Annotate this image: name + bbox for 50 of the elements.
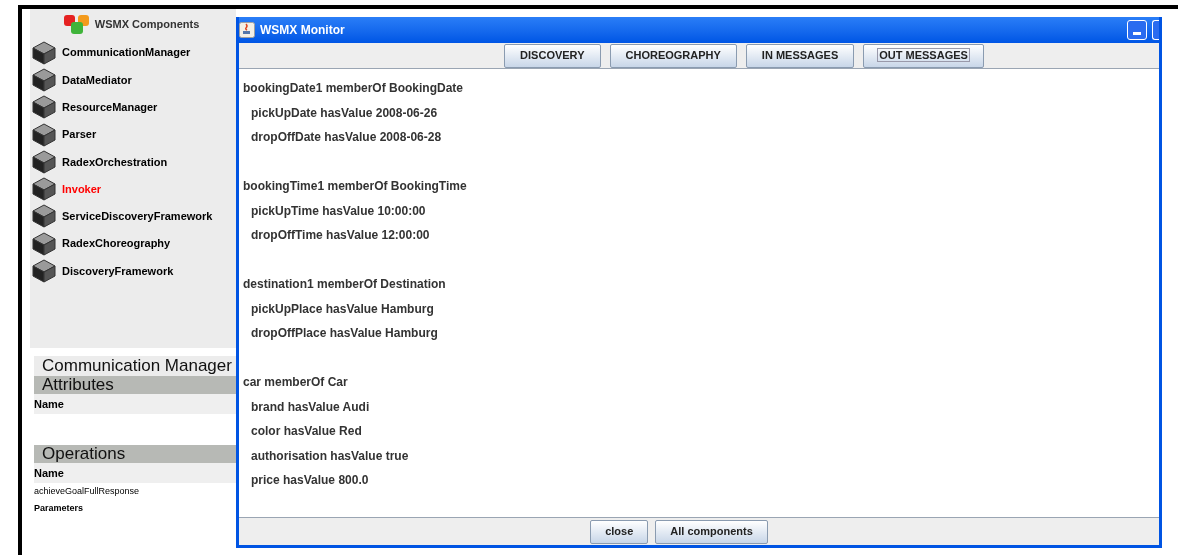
- section-header: Operations: [34, 445, 236, 463]
- component-item[interactable]: CommunicationManager: [62, 44, 191, 61]
- cube-icon: [32, 259, 56, 283]
- component-item[interactable]: DiscoveryFramework: [62, 262, 174, 280]
- column-header: Name: [34, 394, 236, 414]
- component-item[interactable]: Parser: [62, 126, 97, 143]
- message-line: destination1 memberOf Destination: [243, 276, 447, 294]
- message-line: color hasValue Red: [250, 423, 363, 441]
- cube-icon: [32, 122, 56, 147]
- cube-icon: [32, 231, 56, 256]
- message-line: dropOffPlace hasValue Hamburg: [250, 325, 439, 343]
- section-header: Attributes: [34, 376, 236, 394]
- message-line: dropOffTime hasValue 12:00:00: [250, 227, 431, 245]
- message-line: brand hasValue Audi: [250, 398, 371, 416]
- message-line: pickUpPlace hasValue Hamburg: [250, 300, 435, 318]
- operation-text: achieveGoalFullResponse: [34, 485, 141, 498]
- component-item[interactable]: ServiceDiscoveryFramework: [62, 208, 213, 225]
- component-item[interactable]: RadexOrchestration: [62, 153, 168, 171]
- operation-text: Parameters: [34, 502, 85, 515]
- message-line: dropOffDate hasValue 2008-06-28: [250, 129, 443, 147]
- message-line: price hasValue 800.0: [250, 472, 370, 490]
- cube-icon: [32, 67, 56, 92]
- cube-icon: [32, 204, 56, 229]
- component-item[interactable]: ResourceManager: [62, 99, 158, 116]
- toolbar-button[interactable]: IN MESSAGES: [745, 43, 855, 68]
- panel-title: WSMX Components: [94, 16, 200, 32]
- component-item[interactable]: DataMediator: [62, 71, 132, 89]
- message-line: car memberOf Car: [243, 374, 349, 392]
- cube-icon: [32, 40, 56, 65]
- minimize-button[interactable]: [1127, 20, 1147, 40]
- cube-icon: [32, 149, 56, 174]
- message-line: authorisation hasValue true: [250, 447, 410, 465]
- cup-icon: [239, 22, 255, 38]
- column-header: Name: [34, 463, 236, 483]
- message-line: pickUpTime hasValue 10:00:00: [250, 202, 427, 220]
- message-line: bookingTime1 memberOf BookingTime: [243, 178, 468, 196]
- cube-icon: [32, 177, 56, 202]
- maximize-button[interactable]: [1152, 20, 1159, 40]
- message-line: bookingDate1 memberOf BookingDate: [243, 80, 465, 98]
- cube-icon: [32, 95, 56, 120]
- colored-cubes-icon: [62, 13, 91, 35]
- dialog-button[interactable]: close: [590, 519, 649, 544]
- toolbar-button[interactable]: CHOREOGRAPHY: [609, 43, 737, 68]
- toolbar-button[interactable]: DISCOVERY: [504, 43, 601, 68]
- component-item[interactable]: RadexChoreography: [62, 235, 171, 252]
- toolbar-button[interactable]: OUT MESSAGES: [863, 43, 984, 68]
- dialog-button[interactable]: All components: [655, 519, 768, 544]
- message-line: pickUpDate hasValue 2008-06-26: [250, 104, 439, 122]
- window-title: WSMX Monitor: [260, 22, 346, 39]
- mbean-name: Communication Manager: [34, 356, 236, 376]
